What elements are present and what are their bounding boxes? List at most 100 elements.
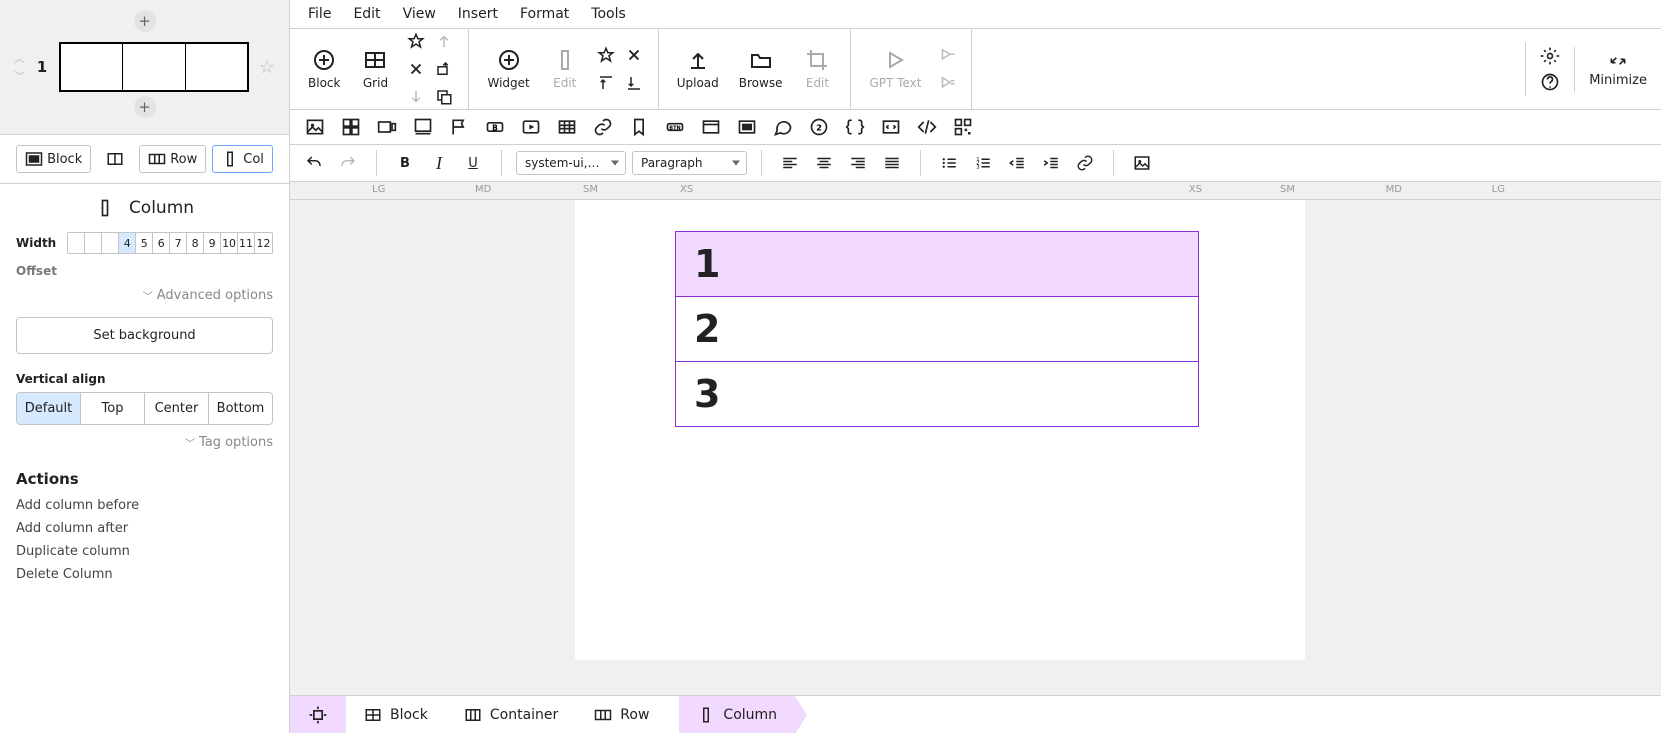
menu-view[interactable]: View [403,6,436,22]
width-option[interactable] [85,233,102,253]
chevron-down-icon[interactable]: ﹀ [14,68,25,84]
figure-button[interactable] [412,116,434,138]
crumb-container[interactable]: Container [446,696,576,733]
redo-button[interactable] [334,149,362,177]
insert-link-button[interactable] [1071,149,1099,177]
add-block-below-button[interactable]: + [134,96,156,118]
embed-button[interactable] [880,116,902,138]
save-template-button[interactable] [432,57,456,81]
browse-button[interactable]: Browse [729,44,793,94]
move-up-button[interactable] [432,29,456,53]
block-thumbnail[interactable] [59,42,249,92]
bold-button[interactable]: B [391,149,419,177]
italic-button[interactable]: I [425,149,453,177]
menu-insert[interactable]: Insert [458,6,498,22]
crumb-column[interactable]: Column [679,696,795,733]
video-button[interactable] [520,116,542,138]
star-button[interactable] [404,29,428,53]
tag-options-toggle[interactable]: ﹀ Tag options [16,435,273,450]
gallery-button[interactable] [340,116,362,138]
gpt-opt1[interactable] [935,43,959,67]
star-widget-button[interactable] [594,43,618,67]
width-option[interactable]: 7 [170,233,187,253]
width-option[interactable]: 12 [255,233,272,253]
upload-button[interactable]: Upload [667,44,729,94]
width-option[interactable]: 6 [153,233,170,253]
minimize-button[interactable]: Minimize [1574,47,1661,92]
width-picker[interactable]: 456789101112 [67,232,273,254]
action-link[interactable]: Delete Column [16,567,273,582]
format-top-button[interactable] [594,71,618,95]
valign-option[interactable]: Bottom [209,393,272,424]
crumb-block[interactable]: Block [346,696,446,733]
add-block-above-button[interactable]: + [134,10,156,32]
tab-grid[interactable] [97,145,133,173]
underline-button[interactable]: U [459,149,487,177]
panel-button[interactable] [736,116,758,138]
valign-option[interactable]: Top [81,393,145,424]
menu-file[interactable]: File [308,6,331,22]
edit-image-button[interactable]: Edit [792,44,842,94]
width-option[interactable]: 5 [136,233,153,253]
width-option[interactable]: 11 [238,233,255,253]
width-option[interactable] [102,233,119,253]
edit-widget-button[interactable]: Edit [540,44,590,94]
image-button[interactable] [304,116,326,138]
menu-format[interactable]: Format [520,6,569,22]
align-center-button[interactable] [810,149,838,177]
insert-image-button[interactable] [1128,149,1156,177]
width-option[interactable]: 10 [221,233,238,253]
font-family-select[interactable]: system-ui,-ap... [516,151,626,175]
gpt-text-button[interactable]: GPT Text [859,44,931,94]
crumb-root[interactable] [290,696,346,733]
ol-button[interactable]: 123 [969,149,997,177]
qr-button[interactable] [952,116,974,138]
width-option[interactable]: 8 [187,233,204,253]
flag-button[interactable] [448,116,470,138]
set-background-button[interactable]: Set background [16,317,273,354]
remove-widget-button[interactable] [622,43,646,67]
grid-button[interactable]: Grid [350,44,400,94]
card-button[interactable] [700,116,722,138]
advanced-options-toggle[interactable]: ﹀ Advanced options [16,288,273,303]
tab-block[interactable]: Block [16,145,91,173]
menu-tools[interactable]: Tools [591,6,626,22]
content-block[interactable]: 1 2 3 [675,231,1199,427]
move-down-button[interactable] [404,85,428,109]
menu-edit[interactable]: Edit [353,6,380,22]
star-icon[interactable]: ☆ [259,57,275,78]
valign-segmented[interactable]: DefaultTopCenterBottom [16,392,273,425]
valign-option[interactable]: Default [17,393,81,424]
slider-button[interactable] [376,116,398,138]
tab-col[interactable]: Col [212,145,273,173]
remove-button[interactable] [404,57,428,81]
counter-button[interactable]: 2 [808,116,830,138]
indent-button[interactable] [1037,149,1065,177]
block-row[interactable]: 3 [676,362,1198,426]
ul-button[interactable] [935,149,963,177]
add-widget-button[interactable]: Widget [477,44,539,94]
bookmark-button[interactable] [628,116,650,138]
paragraph-select[interactable]: Paragraph [632,151,747,175]
valign-option[interactable]: Center [145,393,209,424]
settings-button[interactable] [1525,42,1574,96]
add-block-button[interactable]: Block [298,44,350,94]
outdent-button[interactable] [1003,149,1031,177]
code-button[interactable] [844,116,866,138]
crumb-row[interactable]: Row [576,696,667,733]
block-reorder-arrows[interactable]: ︿ ﹀ [14,50,25,84]
width-option[interactable]: 4 [119,233,136,253]
action-link[interactable]: Add column after [16,521,273,536]
button-widget[interactable]: B [484,116,506,138]
link-button[interactable] [592,116,614,138]
gpt-opt2[interactable] [935,71,959,95]
comment-button[interactable] [772,116,794,138]
format-bottom-button[interactable] [622,71,646,95]
width-option[interactable]: 9 [204,233,221,253]
tab-row[interactable]: Row [139,145,206,173]
chevron-up-icon[interactable]: ︿ [14,50,25,66]
align-left-button[interactable] [776,149,804,177]
table-button[interactable] [556,116,578,138]
align-justify-button[interactable] [878,149,906,177]
block-row[interactable]: 2 [676,297,1198,362]
